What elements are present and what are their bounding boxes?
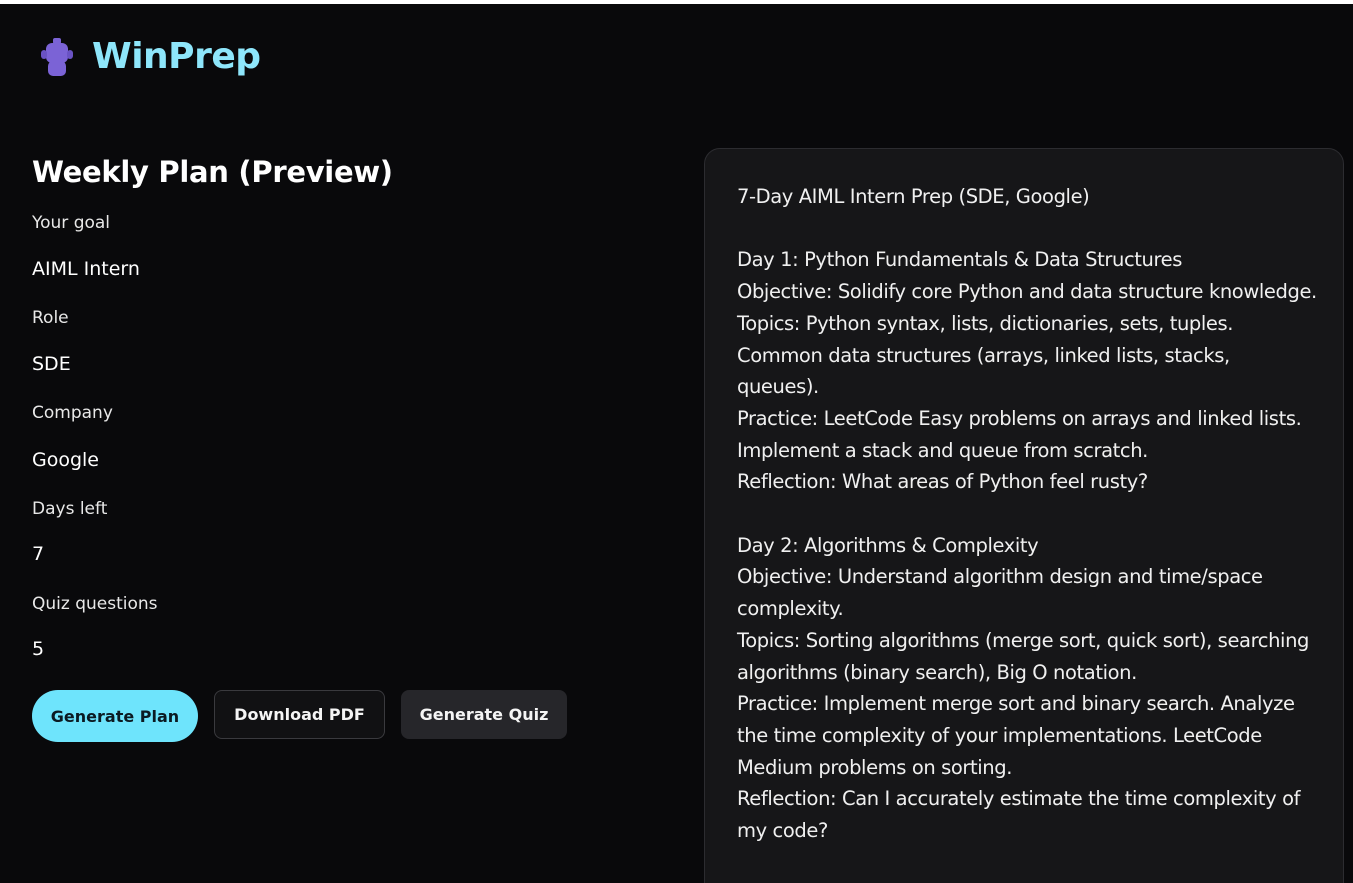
generate-quiz-button[interactable]: Generate Quiz — [401, 690, 567, 739]
plan-output-text: 7-Day AIML Intern Prep (SDE, Google) Day… — [737, 185, 1317, 843]
plan-form: Weekly Plan (Preview) Your goal AIML Int… — [32, 152, 632, 742]
field-value-role: SDE — [32, 353, 71, 375]
field-value-days-left: 7 — [32, 543, 45, 565]
app-header: WinPrep — [38, 36, 261, 78]
page-title: Weekly Plan (Preview) — [32, 155, 393, 189]
brand-name: WinPrep — [92, 36, 261, 77]
field-quiz-questions: Quiz questions 5 — [32, 593, 158, 660]
generate-plan-button[interactable]: Generate Plan — [32, 690, 198, 742]
field-label: Your goal — [32, 213, 111, 233]
field-label: Quiz questions — [32, 594, 158, 614]
action-buttons: Generate Plan Download PDF Generate Quiz — [32, 690, 567, 742]
download-pdf-button[interactable]: Download PDF — [214, 690, 385, 739]
field-value-goal: AIML Intern — [32, 258, 140, 280]
field-label: Days left — [32, 499, 108, 519]
field-value-company: Google — [32, 449, 100, 471]
field-label: Company — [32, 403, 113, 423]
plan-output-panel[interactable]: 7-Day AIML Intern Prep (SDE, Google) Day… — [704, 148, 1344, 883]
field-goal: Your goal AIML Intern — [32, 212, 140, 280]
field-days-left: Days left 7 — [32, 498, 108, 565]
field-value-quiz-questions: 5 — [32, 638, 45, 660]
field-label: Role — [32, 308, 69, 328]
field-role: Role SDE — [32, 307, 71, 375]
app-window: WinPrep Weekly Plan (Preview) Your goal … — [0, 4, 1353, 883]
robot-mascot-icon — [41, 38, 73, 76]
field-company: Company Google — [32, 402, 113, 471]
